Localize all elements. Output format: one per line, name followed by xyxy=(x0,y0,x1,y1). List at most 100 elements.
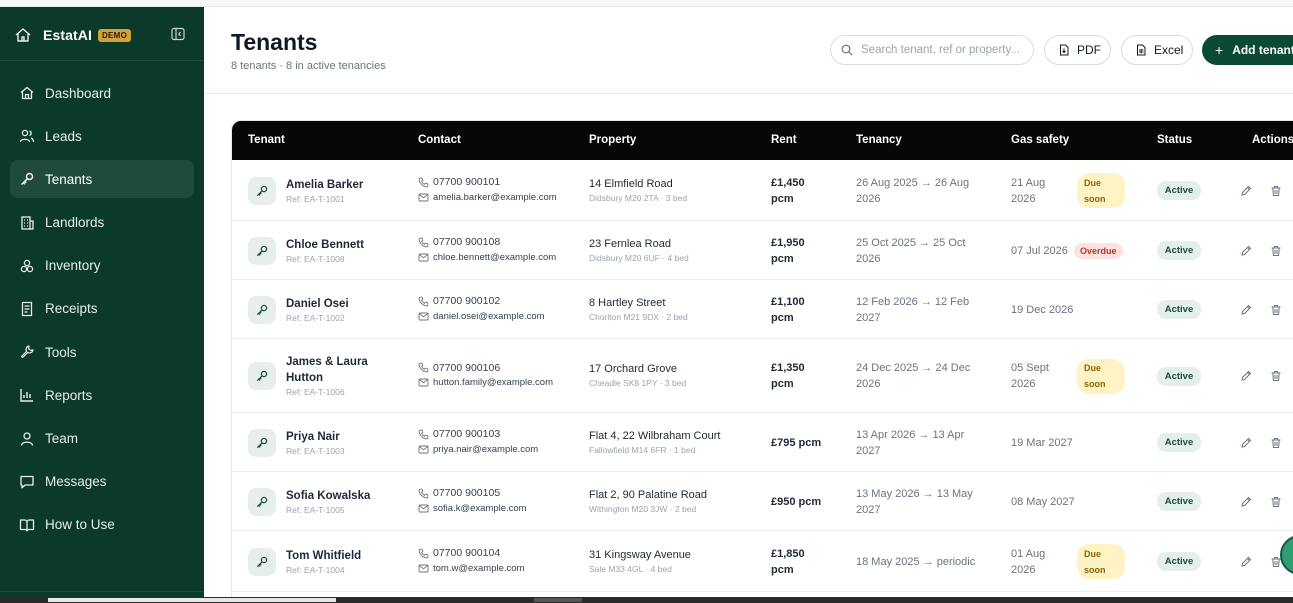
trash-icon[interactable] xyxy=(1270,496,1282,508)
phone-line[interactable]: 07700 900102 xyxy=(418,294,545,309)
page-title: Tenants xyxy=(231,29,318,55)
sidebar-item-inventory[interactable]: Inventory xyxy=(10,247,194,285)
add-tenant-label: Add tenant xyxy=(1232,43,1293,57)
sidebar-item-landlords[interactable]: Landlords xyxy=(10,204,194,242)
tenant-name[interactable]: Priya Nair xyxy=(286,429,345,445)
column-header-status[interactable]: Status xyxy=(1157,134,1192,146)
key-icon xyxy=(248,176,276,205)
tenancy-cell: 13 May 2026 → 13 May 2027 xyxy=(856,486,973,518)
edit-icon[interactable] xyxy=(1240,437,1252,449)
tenant-name-line: Tom Whitfield xyxy=(286,549,362,562)
table-row: Chloe Bennett Ref: EA-T-1008 07700 900108 c… xyxy=(232,221,1293,280)
tenant-name[interactable]: James & Laura Hutton xyxy=(286,354,368,386)
sidebar-item-how-to-use[interactable]: How to Use xyxy=(10,506,194,544)
search-input[interactable] xyxy=(861,44,1026,56)
sidebar-item-dashboard[interactable]: Dashboard xyxy=(10,74,194,112)
scrollbar-thumb[interactable] xyxy=(534,598,582,602)
horizontal-scrollbar[interactable] xyxy=(0,597,1293,603)
gas-date-line: 2026 xyxy=(1011,192,1036,205)
search-box[interactable] xyxy=(830,35,1034,65)
sidebar-item-reports[interactable]: Reports xyxy=(10,376,194,414)
property-cell: Flat 4, 22 Wilbraham Court Fallowfield M1… xyxy=(589,429,720,455)
gas-badge-line: soon xyxy=(1084,193,1106,204)
wrench-icon xyxy=(19,344,35,360)
property-details: Didsbury M20 2TA · 3 bed xyxy=(589,192,688,203)
column-header-tenancy[interactable]: Tenancy xyxy=(856,134,902,146)
property-name[interactable]: 23 Fernlea Road xyxy=(589,237,689,252)
sidebar-divider-bottom xyxy=(0,591,204,592)
email-line[interactable]: hutton.family@example.com xyxy=(418,375,553,390)
edit-icon[interactable] xyxy=(1240,304,1252,316)
sidebar-item-label: Dashboard xyxy=(45,85,112,101)
column-header-actions[interactable]: Actions xyxy=(1252,134,1293,146)
edit-icon[interactable] xyxy=(1240,370,1252,382)
phone-line[interactable]: 07700 900101 xyxy=(418,175,557,190)
rent-line: £1,100 xyxy=(771,295,805,308)
tenancy-line: 12 Feb 2026 → 12 Feb xyxy=(856,295,970,308)
phone-line[interactable]: 07700 900105 xyxy=(418,486,527,501)
email-line[interactable]: daniel.osei@example.com xyxy=(418,309,545,324)
phone-line[interactable]: 07700 900106 xyxy=(418,360,553,375)
phone-line[interactable]: 07700 900108 xyxy=(418,235,556,250)
property-cell: 23 Fernlea Road Didsbury M20 6UF · 4 bed xyxy=(589,237,689,263)
trash-icon[interactable] xyxy=(1270,304,1282,316)
edit-icon[interactable] xyxy=(1240,185,1252,197)
sidebar-item-tenants[interactable]: Tenants xyxy=(10,160,194,199)
edit-icon[interactable] xyxy=(1240,556,1252,568)
property-name[interactable]: 8 Hartley Street xyxy=(589,296,688,311)
email-line[interactable]: tom.w@example.com xyxy=(418,561,524,576)
trash-icon[interactable] xyxy=(1270,185,1282,197)
edit-icon[interactable] xyxy=(1240,496,1252,508)
main-content: Tenants 8 tenants · 8 in active tenancie… xyxy=(204,7,1293,603)
column-header-property[interactable]: Property xyxy=(589,134,636,146)
rent-cell: £1,350 pcm xyxy=(771,360,805,392)
sidebar-item-team[interactable]: Team xyxy=(10,420,194,458)
sidebar-item-leads[interactable]: Leads xyxy=(10,117,194,155)
property-name[interactable]: Flat 4, 22 Wilbraham Court xyxy=(589,429,720,444)
brand[interactable]: EstatAI DEMO xyxy=(14,25,132,45)
property-details: Didsbury M20 6UF · 4 bed xyxy=(589,252,689,263)
export-pdf-button[interactable]: PDF xyxy=(1044,35,1111,65)
property-name[interactable]: Flat 2, 90 Palatine Road xyxy=(589,488,707,503)
export-excel-button[interactable]: Excel xyxy=(1121,35,1193,65)
tenant-name-line: Priya Nair xyxy=(286,430,340,443)
column-header-gas-safety[interactable]: Gas safety xyxy=(1011,134,1069,146)
add-tenant-button[interactable]: + Add tenant xyxy=(1202,35,1293,65)
contact-cell: 07700 900101 amelia.barker@example.com xyxy=(418,175,557,205)
tenant-name[interactable]: Tom Whitfield xyxy=(286,548,361,564)
property-name[interactable]: 14 Elmfield Road xyxy=(589,177,687,192)
table-header: Tenant Contact Property Rent Tenancy Gas safe… xyxy=(232,121,1293,160)
trash-icon[interactable] xyxy=(1270,370,1282,382)
trash-icon[interactable] xyxy=(1270,437,1282,449)
gas-date-line: 2026 xyxy=(1011,378,1036,390)
email-line[interactable]: amelia.barker@example.com xyxy=(418,190,557,205)
rent-cell: £1,100 pcm xyxy=(771,294,805,326)
column-header-rent[interactable]: Rent xyxy=(771,134,797,146)
edit-icon[interactable] xyxy=(1240,245,1252,257)
email-line[interactable]: chloe.bennett@example.com xyxy=(418,250,556,265)
tenancy-line: 18 May 2025 → periodic xyxy=(856,555,976,568)
property-name[interactable]: 17 Orchard Grove xyxy=(589,362,686,377)
tenant-name[interactable]: Chloe Bennett xyxy=(286,237,364,253)
key-icon xyxy=(248,547,276,576)
panel-collapse-icon xyxy=(171,27,185,41)
mail-icon xyxy=(418,377,429,388)
column-header-contact[interactable]: Contact xyxy=(418,134,461,146)
sidebar-item-messages[interactable]: Messages xyxy=(10,463,194,501)
property-name[interactable]: 31 Kingsway Avenue xyxy=(589,548,691,563)
spreadsheet-icon xyxy=(1135,44,1147,56)
sidebar-item-tools[interactable]: Tools xyxy=(10,333,194,371)
tenant-name[interactable]: Amelia Barker xyxy=(286,177,363,193)
tenant-name[interactable]: Sofia Kowalska xyxy=(286,488,370,504)
collapse-sidebar-button[interactable] xyxy=(170,26,186,42)
phone-line[interactable]: 07700 900103 xyxy=(418,427,538,442)
email-address: amelia.barker@example.com xyxy=(433,191,557,203)
phone-line[interactable]: 07700 900104 xyxy=(418,546,524,561)
sidebar-item-receipts[interactable]: Receipts xyxy=(10,290,194,328)
email-line[interactable]: priya.nair@example.com xyxy=(418,442,538,457)
tenant-name[interactable]: Daniel Osei xyxy=(286,296,349,312)
column-header-tenant[interactable]: Tenant xyxy=(248,134,285,146)
email-line[interactable]: sofia.k@example.com xyxy=(418,501,527,516)
trash-icon[interactable] xyxy=(1270,245,1282,257)
tenant-name-line: Sofia Kowalska xyxy=(286,489,371,502)
